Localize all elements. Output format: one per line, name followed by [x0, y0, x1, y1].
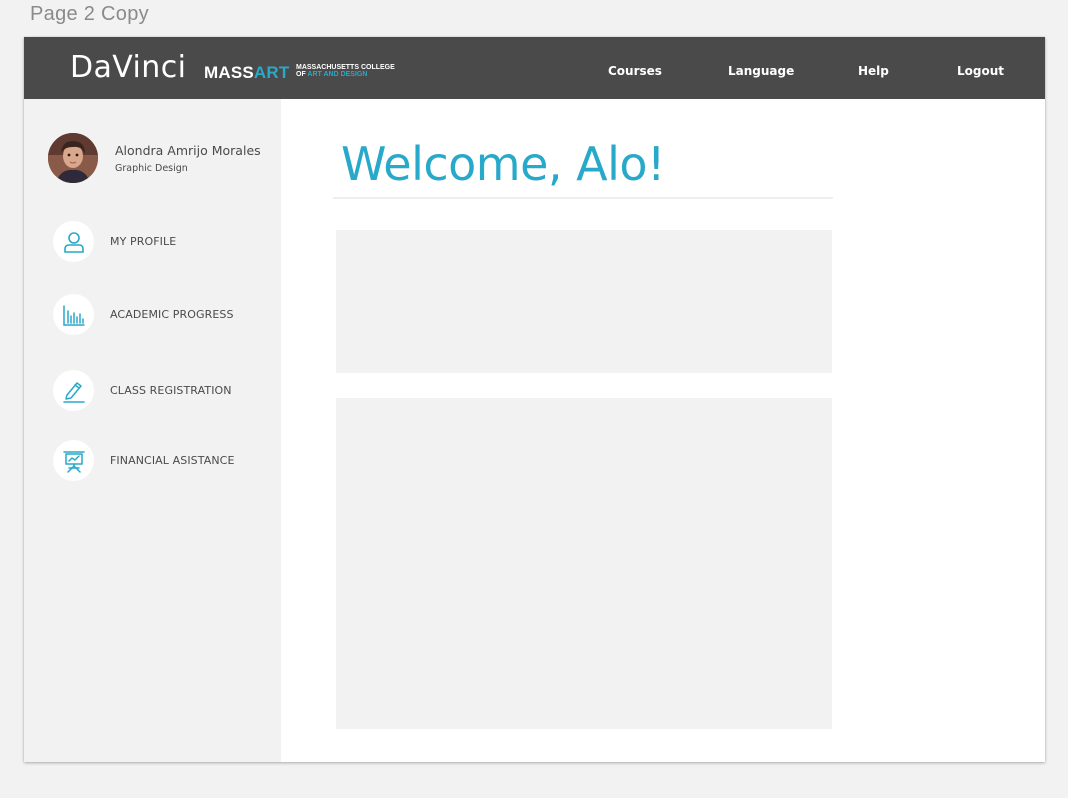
sidebar-item-financial-assistance[interactable]: FINANCIAL ASISTANCE	[53, 440, 273, 482]
massart-subtitle: MASSACHUSETTS COLLEGE OF ART AND DESIGN	[296, 64, 395, 78]
user-program: Graphic Design	[115, 163, 188, 174]
sidebar-item-label: MY PROFILE	[110, 235, 177, 248]
content-panel-top	[336, 230, 832, 373]
massart-wordmark: MASSART	[204, 63, 289, 83]
bar-chart-icon	[53, 294, 94, 335]
logo-sub-highlight: ART AND DESIGN	[307, 71, 368, 78]
sidebar-item-label: FINANCIAL ASISTANCE	[110, 454, 235, 467]
content-panel-bottom	[336, 398, 832, 729]
logo-sub-line2: OF ART AND DESIGN	[296, 71, 395, 78]
pencil-icon	[53, 370, 94, 411]
logo-art: ART	[253, 63, 290, 82]
sidebar-item-label: ACADEMIC PROGRESS	[110, 308, 234, 321]
app-window: DaVinci MASSART MASSACHUSETTS COLLEGE OF…	[24, 37, 1045, 762]
avatar-photo	[48, 133, 98, 183]
sidebar-item-my-profile[interactable]: MY PROFILE	[53, 221, 273, 263]
sidebar-item-label: CLASS REGISTRATION	[110, 384, 232, 397]
brand-name[interactable]: DaVinci	[70, 50, 186, 85]
logo-mass: MASS	[204, 63, 254, 82]
nav-courses[interactable]: Courses	[608, 64, 662, 78]
heading-divider	[333, 197, 833, 199]
logo-sub-line1: MASSACHUSETTS COLLEGE	[296, 64, 395, 71]
nav-language[interactable]: Language	[728, 64, 794, 78]
user-name: Alondra Amrijo Morales	[115, 143, 261, 158]
welcome-heading: Welcome, Alo!	[341, 137, 666, 191]
sidebar-item-class-registration[interactable]: CLASS REGISTRATION	[53, 370, 273, 412]
nav-logout[interactable]: Logout	[957, 64, 1004, 78]
logo-sub-prefix: OF	[296, 71, 308, 78]
sidebar-item-academic-progress[interactable]: ACADEMIC PROGRESS	[53, 294, 273, 336]
sidebar: Alondra Amrijo Morales Graphic Design MY…	[24, 99, 281, 762]
nav-help[interactable]: Help	[858, 64, 889, 78]
presentation-board-icon	[53, 440, 94, 481]
artboard-label: Page 2 Copy	[30, 3, 149, 25]
avatar[interactable]	[48, 133, 98, 183]
top-navbar: DaVinci MASSART MASSACHUSETTS COLLEGE OF…	[24, 37, 1045, 99]
user-icon	[53, 221, 94, 262]
